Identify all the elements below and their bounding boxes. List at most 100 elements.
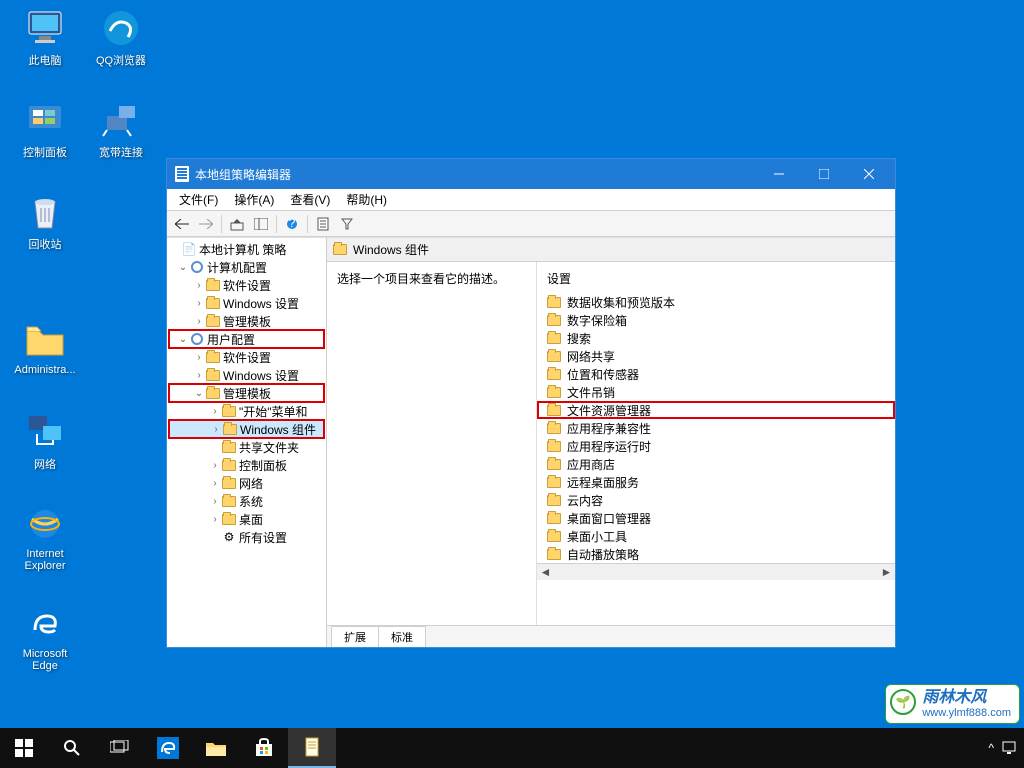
taskview-button[interactable] — [96, 728, 144, 768]
list-item[interactable]: 桌面小工具 — [537, 527, 895, 545]
tree-pane[interactable]: 📄 本地计算机 策略 ⌄ 计算机配置 ›软件设置 ›Windows 设置 ›管理… — [167, 238, 327, 647]
list-item[interactable]: 网络共享 — [537, 347, 895, 365]
search-button[interactable] — [48, 728, 96, 768]
menubar: 文件(F) 操作(A) 查看(V) 帮助(H) — [167, 189, 895, 211]
chevron-right-icon[interactable]: › — [209, 514, 221, 525]
chevron-down-icon[interactable]: ⌄ — [193, 388, 205, 399]
tray-network-icon[interactable] — [1002, 741, 1016, 755]
chevron-right-icon[interactable]: › — [209, 406, 221, 417]
taskbar-gpedit[interactable] — [288, 728, 336, 768]
tree-item[interactable]: ›软件设置 — [169, 348, 324, 366]
chevron-right-icon[interactable]: › — [193, 316, 205, 327]
scroll-right-icon[interactable]: ► — [878, 564, 895, 580]
list-item[interactable]: 文件资源管理器 — [537, 401, 895, 419]
separator — [276, 215, 277, 233]
tree-windows-components[interactable]: ›Windows 组件 — [169, 420, 324, 438]
list-item[interactable]: 数据收集和预览版本 — [537, 293, 895, 311]
chevron-right-icon[interactable]: › — [193, 280, 205, 291]
tree-item[interactable]: ›桌面 — [169, 510, 324, 528]
scroll-left-icon[interactable]: ◄ — [537, 564, 554, 580]
tree-item[interactable]: ›软件设置 — [169, 276, 324, 294]
chevron-down-icon[interactable]: ⌄ — [177, 334, 189, 345]
folder-icon — [547, 351, 561, 362]
horizontal-scrollbar[interactable]: ◄ ► — [537, 563, 895, 580]
tree-item[interactable]: ›Windows 设置 — [169, 366, 324, 384]
titlebar[interactable]: 本地组策略编辑器 — [167, 159, 895, 189]
tree-item[interactable]: 共享文件夹 — [169, 438, 324, 456]
forward-button[interactable] — [195, 213, 217, 235]
desktop-icon-recycle-bin[interactable]: 回收站 — [10, 192, 80, 252]
menu-view[interactable]: 查看(V) — [282, 189, 338, 210]
taskbar-explorer[interactable] — [192, 728, 240, 768]
tab-standard[interactable]: 标准 — [378, 626, 426, 647]
tab-extended[interactable]: 扩展 — [331, 626, 379, 647]
list-item[interactable]: 自动播放策略 — [537, 545, 895, 563]
chevron-right-icon[interactable]: › — [193, 352, 205, 363]
folder-icon — [547, 405, 561, 416]
tree-item[interactable]: ›系统 — [169, 492, 324, 510]
menu-file[interactable]: 文件(F) — [171, 189, 226, 210]
list-item[interactable]: 文件吊销 — [537, 383, 895, 401]
list-item[interactable]: 桌面窗口管理器 — [537, 509, 895, 527]
desktop-icon-broadband[interactable]: 宽带连接 — [86, 100, 156, 160]
tree-computer-config[interactable]: ⌄ 计算机配置 — [169, 258, 324, 276]
tree-item[interactable]: ⚙所有设置 — [169, 528, 324, 546]
menu-help[interactable]: 帮助(H) — [338, 189, 395, 210]
tree-item[interactable]: ›"开始"菜单和 — [169, 402, 324, 420]
show-hide-tree-button[interactable] — [250, 213, 272, 235]
start-button[interactable] — [0, 728, 48, 768]
chevron-right-icon[interactable]: › — [193, 298, 205, 309]
taskbar-store[interactable] — [240, 728, 288, 768]
list-item[interactable]: 位置和传感器 — [537, 365, 895, 383]
desktop-icon-admin-folder[interactable]: Administra... — [10, 320, 80, 376]
taskbar-edge[interactable] — [144, 728, 192, 768]
minimize-button[interactable] — [756, 159, 801, 189]
tree-item[interactable]: ›控制面板 — [169, 456, 324, 474]
list-item[interactable]: 应用商店 — [537, 455, 895, 473]
menu-action[interactable]: 操作(A) — [226, 189, 282, 210]
chevron-right-icon[interactable]: › — [209, 478, 221, 489]
chevron-right-icon[interactable]: › — [193, 370, 205, 381]
settings-list[interactable]: 设置 数据收集和预览版本数字保险箱搜索网络共享位置和传感器文件吊销文件资源管理器… — [537, 262, 895, 625]
tree-item[interactable]: ›Windows 设置 — [169, 294, 324, 312]
folder-icon — [205, 296, 221, 310]
list-item[interactable]: 应用程序运行时 — [537, 437, 895, 455]
maximize-button[interactable] — [801, 159, 846, 189]
properties-button[interactable] — [312, 213, 334, 235]
content-pane: Windows 组件 选择一个项目来查看它的描述。 设置 数据收集和预览版本数字… — [327, 238, 895, 647]
list-item[interactable]: 数字保险箱 — [537, 311, 895, 329]
ie-icon — [25, 504, 65, 544]
tree-admin-templates[interactable]: ⌄管理模板 — [169, 384, 324, 402]
tree-item[interactable]: ›网络 — [169, 474, 324, 492]
tree-user-config[interactable]: ⌄ 用户配置 — [169, 330, 324, 348]
desktop-icon-this-pc[interactable]: 此电脑 — [10, 8, 80, 68]
desktop-icon-network[interactable]: 网络 — [10, 412, 80, 472]
folder-icon — [547, 495, 561, 506]
desktop-icon-ie[interactable]: Internet Explorer — [10, 504, 80, 572]
window-title: 本地组策略编辑器 — [195, 166, 756, 183]
list-item[interactable]: 搜索 — [537, 329, 895, 347]
browser-icon — [101, 8, 141, 48]
help-button[interactable]: ? — [281, 213, 303, 235]
close-button[interactable] — [846, 159, 891, 189]
list-item[interactable]: 远程桌面服务 — [537, 473, 895, 491]
list-item[interactable]: 应用程序兼容性 — [537, 419, 895, 437]
folder-icon — [221, 494, 237, 508]
folder-icon — [547, 441, 561, 452]
desktop-icon-edge[interactable]: Microsoft Edge — [10, 604, 80, 672]
chevron-down-icon[interactable]: ⌄ — [177, 262, 189, 273]
folder-icon — [221, 440, 237, 454]
chevron-right-icon[interactable]: › — [210, 424, 222, 435]
filter-button[interactable] — [336, 213, 358, 235]
tree-root[interactable]: 📄 本地计算机 策略 — [169, 240, 324, 258]
tray-chevron-icon[interactable]: ^ — [988, 741, 994, 755]
desktop-icon-control-panel[interactable]: 控制面板 — [10, 100, 80, 160]
chevron-right-icon[interactable]: › — [209, 460, 221, 471]
list-item[interactable]: 云内容 — [537, 491, 895, 509]
tree-item[interactable]: ›管理模板 — [169, 312, 324, 330]
system-tray[interactable]: ^ — [988, 741, 1024, 755]
up-button[interactable] — [226, 213, 248, 235]
chevron-right-icon[interactable]: › — [209, 496, 221, 507]
desktop-icon-qq-browser[interactable]: QQ浏览器 — [86, 8, 156, 68]
back-button[interactable] — [171, 213, 193, 235]
